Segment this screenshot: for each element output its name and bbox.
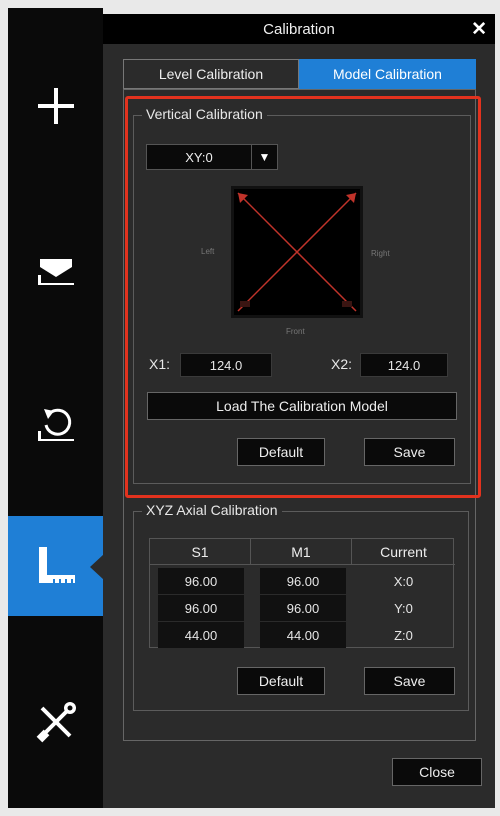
- rotate-icon: [37, 408, 74, 441]
- add-model-button[interactable]: [8, 56, 103, 156]
- header-s1: S1: [150, 539, 251, 565]
- close-icon[interactable]: ✕: [471, 18, 487, 41]
- s1-x-field[interactable]: 96.00: [158, 568, 244, 594]
- m1-y-field[interactable]: 96.00: [260, 595, 346, 621]
- s1-y-field[interactable]: 96.00: [158, 595, 244, 621]
- xyz-axial-calibration-title: XYZ Axial Calibration: [142, 502, 282, 518]
- header-m1: M1: [251, 539, 352, 565]
- dialog-title: Calibration: [263, 20, 335, 38]
- axial-calibration-table: S1 M1 Current 96.00 96.00 X:0 96.00 96.0…: [149, 538, 455, 648]
- dialog-titlebar: Calibration ✕: [103, 14, 495, 44]
- m1-z-field[interactable]: 44.00: [260, 622, 346, 648]
- axial-save-button[interactable]: Save: [364, 667, 455, 695]
- close-button[interactable]: Close: [392, 758, 482, 786]
- rotate-button[interactable]: [8, 370, 103, 470]
- highlight-frame: [125, 96, 481, 498]
- calibration-tabs: Level Calibration Model Calibration: [123, 59, 476, 89]
- tools-icon: [36, 702, 76, 743]
- lay-flat-icon: [37, 259, 74, 285]
- current-z-value: Z:0: [394, 627, 413, 643]
- current-x-value: X:0: [393, 573, 414, 589]
- s1-z-field[interactable]: 44.00: [158, 622, 244, 648]
- calibration-button[interactable]: [8, 516, 104, 616]
- tool-sidebar: [8, 8, 104, 808]
- axial-default-button[interactable]: Default: [237, 667, 325, 695]
- plus-icon: [37, 88, 74, 124]
- current-y-value: Y:0: [394, 600, 413, 616]
- tab-level-calibration[interactable]: Level Calibration: [123, 59, 299, 89]
- ruler-icon: [38, 547, 75, 583]
- header-current: Current: [352, 539, 455, 565]
- lay-flat-button[interactable]: [8, 216, 103, 316]
- tools-button[interactable]: [8, 672, 103, 772]
- m1-x-field[interactable]: 96.00: [260, 568, 346, 594]
- tab-model-calibration[interactable]: Model Calibration: [299, 59, 476, 89]
